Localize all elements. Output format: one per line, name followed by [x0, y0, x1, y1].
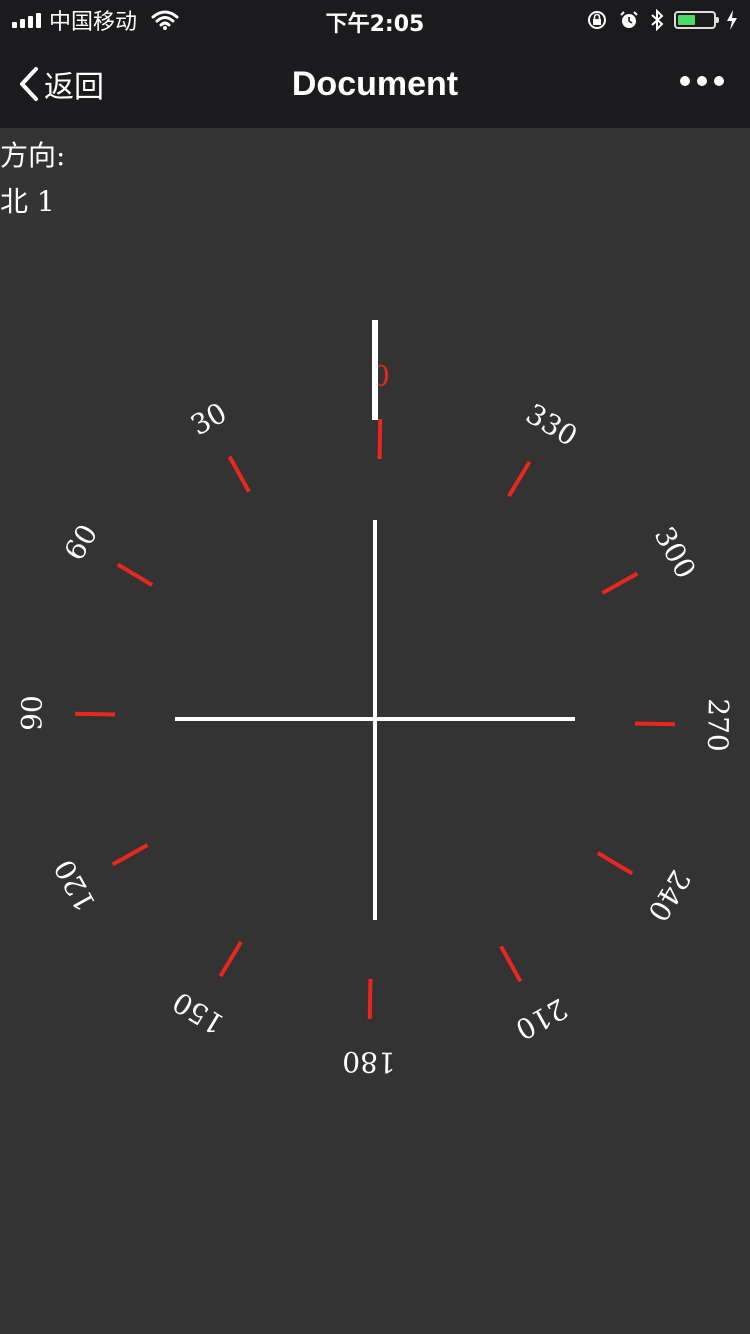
compass-tick: [601, 571, 639, 595]
compass-tick: [499, 945, 523, 983]
compass-label-240: 240: [641, 864, 697, 927]
heading-pointer: [372, 320, 378, 420]
compass-label-90: 90: [15, 695, 49, 731]
compass-tick: [75, 711, 116, 717]
compass-label-330: 330: [520, 397, 583, 453]
compass-label-270: 270: [701, 698, 735, 752]
compass-label-210: 210: [510, 992, 573, 1047]
compass-tick: [111, 843, 149, 867]
compass-tick: [367, 978, 373, 1019]
compass-tick: [116, 562, 154, 587]
compass-label-60: 60: [58, 519, 105, 567]
compass-tick: [507, 460, 532, 498]
compass-label-120: 120: [48, 854, 103, 917]
compass-label-300: 300: [648, 521, 703, 584]
compass-label-30: 30: [185, 396, 232, 442]
compass-tick: [596, 851, 634, 876]
compass-label-150: 150: [167, 985, 230, 1041]
compass-tick: [218, 940, 243, 978]
compass-tick: [227, 455, 251, 493]
compass-dial: 0306090120150180210240270300330: [15, 320, 735, 1079]
compass-tick: [377, 419, 383, 460]
compass-label-180: 180: [342, 1045, 396, 1079]
compass-tick: [634, 721, 675, 727]
